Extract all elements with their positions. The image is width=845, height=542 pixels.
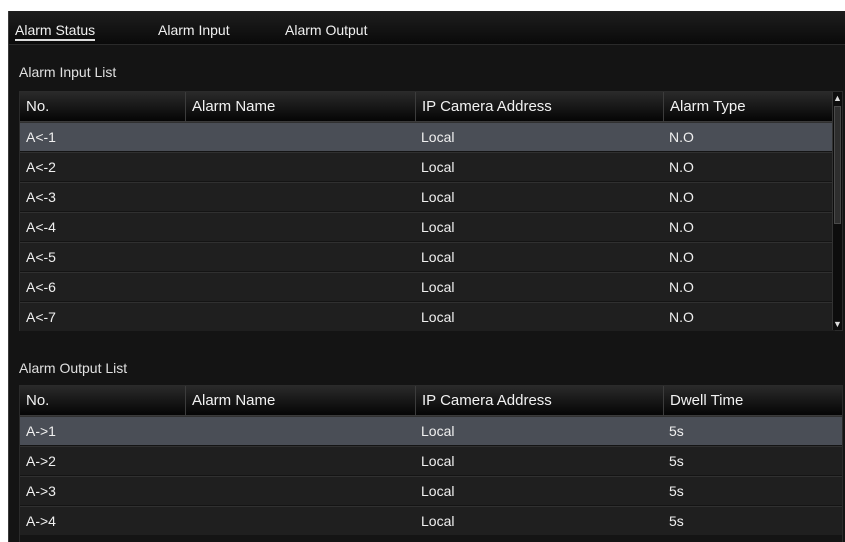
- table-row[interactable]: A->2 Local 5s: [20, 446, 842, 475]
- cell-no: A->3: [26, 483, 56, 499]
- input-list-scrollbar[interactable]: ▲ ▼: [832, 92, 842, 330]
- cell-ip-camera-address: Local: [421, 249, 455, 265]
- table-row[interactable]: A<-4 Local N.O: [20, 212, 835, 241]
- cell-no: A<-2: [26, 159, 56, 175]
- table-row[interactable]: A<-3 Local N.O: [20, 182, 835, 211]
- column-header-dwell-time[interactable]: Dwell Time: [663, 386, 843, 416]
- cell-alarm-name: [185, 273, 415, 301]
- cell-no: A->4: [26, 513, 56, 529]
- cell-no: A<-6: [26, 279, 56, 295]
- table-row[interactable]: A->3 Local 5s: [20, 476, 842, 505]
- cell-dwell-time: 5s: [669, 423, 684, 439]
- cell-no: A<-7: [26, 309, 56, 325]
- table-row[interactable]: A<-7 Local N.O: [20, 302, 835, 331]
- column-header-ip-camera-address[interactable]: IP Camera Address: [415, 386, 663, 416]
- table-row[interactable]: A->1 Local 5s: [20, 416, 842, 445]
- cell-alarm-name: [185, 243, 415, 271]
- column-header-no[interactable]: No.: [20, 92, 185, 122]
- tab-alarm-input[interactable]: Alarm Input: [158, 22, 230, 38]
- cell-ip-camera-address: Local: [421, 453, 455, 469]
- cell-alarm-type: N.O: [669, 309, 694, 325]
- scrollbar-thumb[interactable]: [834, 106, 841, 224]
- scroll-down-icon[interactable]: ▼: [833, 318, 842, 330]
- cell-no: A<-5: [26, 249, 56, 265]
- table-row[interactable]: A<-6 Local N.O: [20, 272, 835, 301]
- cell-alarm-name: [185, 447, 415, 475]
- cell-ip-camera-address: Local: [421, 423, 455, 439]
- cell-ip-camera-address: Local: [421, 309, 455, 325]
- cell-alarm-name: [185, 123, 415, 151]
- alarm-output-list-title: Alarm Output List: [19, 360, 128, 376]
- cell-alarm-type: N.O: [669, 279, 694, 295]
- cell-alarm-type: N.O: [669, 219, 694, 235]
- cell-ip-camera-address: Local: [421, 483, 455, 499]
- cell-alarm-name: [185, 303, 415, 331]
- tab-alarm-output[interactable]: Alarm Output: [285, 22, 367, 38]
- cell-no: A->1: [26, 423, 56, 439]
- column-header-alarm-type[interactable]: Alarm Type: [663, 92, 843, 122]
- column-header-ip-camera-address[interactable]: IP Camera Address: [415, 92, 663, 122]
- cell-ip-camera-address: Local: [421, 129, 455, 145]
- cell-ip-camera-address: Local: [421, 279, 455, 295]
- cell-no: A<-3: [26, 189, 56, 205]
- cell-alarm-type: N.O: [669, 249, 694, 265]
- table-row[interactable]: A<-2 Local N.O: [20, 152, 835, 181]
- cell-ip-camera-address: Local: [421, 513, 455, 529]
- table-row[interactable]: A<-5 Local N.O: [20, 242, 835, 271]
- table-row[interactable]: A->4 Local 5s: [20, 506, 842, 535]
- alarm-output-table: No. Alarm Name IP Camera Address Dwell T…: [19, 385, 843, 542]
- cell-alarm-type: N.O: [669, 129, 694, 145]
- cell-dwell-time: 5s: [669, 513, 684, 529]
- column-header-no[interactable]: No.: [20, 386, 185, 416]
- cell-dwell-time: 5s: [669, 453, 684, 469]
- column-header-alarm-name[interactable]: Alarm Name: [185, 386, 415, 416]
- cell-alarm-name: [185, 477, 415, 505]
- cell-alarm-type: N.O: [669, 159, 694, 175]
- cell-no: A->2: [26, 453, 56, 469]
- cell-alarm-name: [185, 183, 415, 211]
- cell-alarm-name: [185, 507, 415, 535]
- alarm-input-list-title: Alarm Input List: [19, 64, 117, 80]
- tab-bar: Alarm Status Alarm Input Alarm Output: [9, 11, 845, 45]
- cell-ip-camera-address: Local: [421, 189, 455, 205]
- tab-alarm-status[interactable]: Alarm Status: [15, 22, 96, 41]
- cell-no: A<-1: [26, 129, 56, 145]
- cell-dwell-time: 5s: [669, 483, 684, 499]
- cell-ip-camera-address: Local: [421, 219, 455, 235]
- scroll-up-icon[interactable]: ▲: [833, 92, 842, 104]
- cell-alarm-name: [185, 213, 415, 241]
- table-row[interactable]: A<-1 Local N.O: [20, 122, 835, 151]
- column-header-alarm-name[interactable]: Alarm Name: [185, 92, 415, 122]
- cell-ip-camera-address: Local: [421, 159, 455, 175]
- alarm-status-panel: Alarm Status Alarm Input Alarm Output Al…: [8, 11, 845, 542]
- cell-no: A<-4: [26, 219, 56, 235]
- cell-alarm-name: [185, 153, 415, 181]
- alarm-output-table-header: No. Alarm Name IP Camera Address Dwell T…: [20, 386, 842, 416]
- cell-alarm-type: N.O: [669, 189, 694, 205]
- alarm-input-table-header: No. Alarm Name IP Camera Address Alarm T…: [20, 92, 842, 122]
- cell-alarm-name: [185, 417, 415, 445]
- alarm-input-table: No. Alarm Name IP Camera Address Alarm T…: [19, 91, 843, 331]
